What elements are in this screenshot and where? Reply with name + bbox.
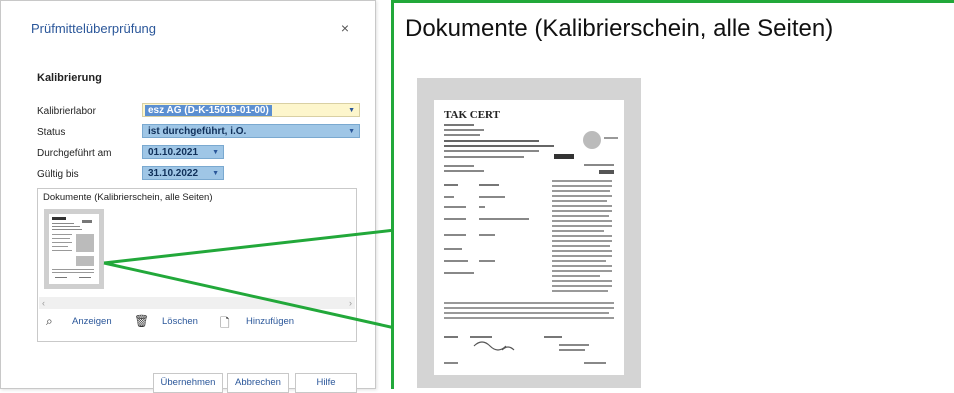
- view-document-button[interactable]: Anzeigen: [72, 316, 112, 327]
- dialog-title: Prüfmittelüberprüfung: [31, 21, 157, 36]
- kalibrierlabor-value: esz AG (D-K-15019-01-00): [145, 105, 272, 116]
- scroll-left-icon[interactable]: ‹: [42, 297, 45, 309]
- status-value: ist durchgeführt, i.O.: [148, 126, 247, 137]
- dropdown-arrow-icon[interactable]: ▼: [348, 125, 355, 139]
- document-thumbnail[interactable]: [44, 209, 104, 289]
- dropdown-arrow-icon[interactable]: ▼: [348, 104, 355, 118]
- trash-icon[interactable]: 🗑: [134, 314, 149, 328]
- documents-title: Dokumente (Kalibrierschein, alle Seiten): [43, 192, 213, 203]
- horizontal-scrollbar[interactable]: ‹ ›: [39, 297, 355, 309]
- zoom-title: Dokumente (Kalibrierschein, alle Seiten): [405, 15, 834, 42]
- gueltig-label: Gültig bis: [37, 169, 79, 180]
- dropdown-arrow-icon[interactable]: ▼: [212, 167, 219, 181]
- help-button[interactable]: Hilfe: [295, 373, 357, 393]
- certificate-page-graphic: TAK CERT: [444, 109, 618, 364]
- add-document-icon[interactable]: 🗋: [220, 314, 230, 335]
- zoom-document-tile: TAK CERT: [417, 78, 641, 388]
- document-page-preview: [49, 214, 99, 284]
- kalibrierlabor-select[interactable]: esz AG (D-K-15019-01-00) ▼: [142, 103, 360, 117]
- dialog-window: Prüfmittelüberprüfung × Kalibrierung Kal…: [0, 0, 376, 393]
- titlebar: Prüfmittelüberprüfung ×: [1, 1, 375, 57]
- documents-group: Dokumente (Kalibrierschein, alle Seiten): [37, 188, 357, 342]
- dropdown-arrow-icon[interactable]: ▼: [212, 146, 219, 160]
- status-label: Status: [37, 127, 66, 138]
- durchgefuehrt-label: Durchgeführt am: [37, 148, 112, 159]
- document-page-graphic: [52, 217, 94, 278]
- durchgefuehrt-value: 01.10.2021: [148, 147, 199, 158]
- durchgefuehrt-date-picker[interactable]: 01.10.2021 ▼: [142, 145, 224, 159]
- certificate-logo: TAK CERT: [444, 109, 501, 121]
- gueltig-date-picker[interactable]: 31.10.2022 ▼: [142, 166, 224, 180]
- zoom-panel: Dokumente (Kalibrierschein, alle Seiten)…: [391, 0, 954, 389]
- status-select[interactable]: ist durchgeführt, i.O. ▼: [142, 124, 360, 138]
- search-icon[interactable]: ⌕: [46, 314, 53, 329]
- close-icon[interactable]: ×: [338, 21, 352, 35]
- section-title: Kalibrierung: [37, 72, 102, 84]
- add-document-button[interactable]: Hinzufügen: [246, 316, 294, 327]
- delete-document-button[interactable]: Löschen: [162, 316, 198, 327]
- cancel-button[interactable]: Abbrechen: [227, 373, 289, 393]
- apply-button[interactable]: Übernehmen: [153, 373, 223, 393]
- scroll-right-icon[interactable]: ›: [349, 297, 352, 309]
- kalibrierlabor-label: Kalibrierlabor: [37, 106, 96, 117]
- zoom-document-page: TAK CERT: [434, 100, 624, 375]
- gueltig-value: 31.10.2022: [148, 168, 199, 179]
